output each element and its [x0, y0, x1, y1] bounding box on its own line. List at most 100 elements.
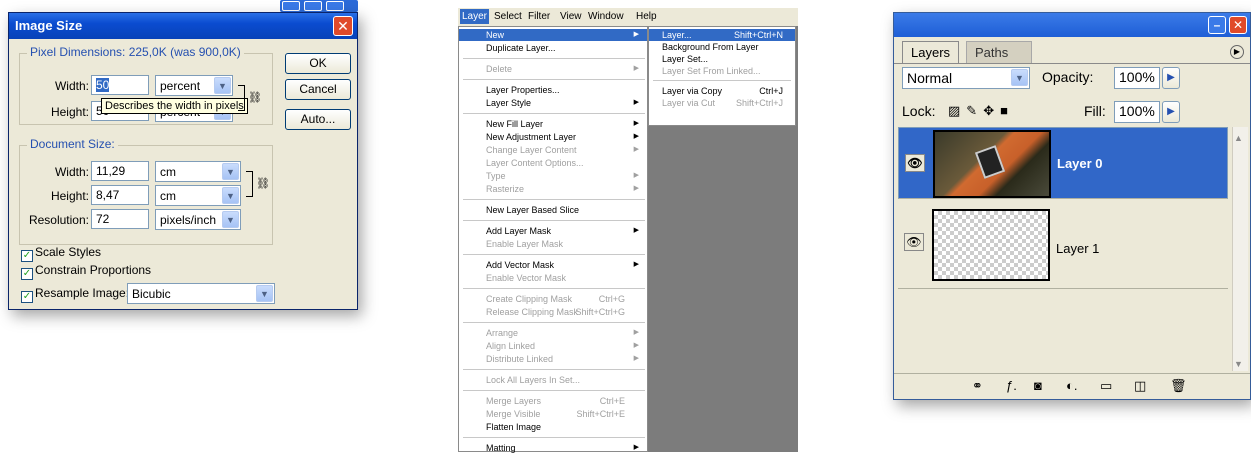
tab-paths[interactable]: Paths	[966, 41, 1032, 63]
cancel-button[interactable]: Cancel	[285, 79, 351, 100]
add-mask-icon[interactable]: ◙	[1034, 378, 1042, 393]
dialog-title: Image Size	[15, 18, 83, 33]
eye-icon[interactable]: 👁	[905, 154, 925, 172]
menu-item-enable-layer-mask[interactable]: Enable Layer Mask	[459, 238, 647, 250]
submenu-item-layer-via-copy[interactable]: Layer via Copy Ctrl+J	[649, 85, 795, 97]
pixel-width-unit-select[interactable]: percent ▼	[155, 75, 233, 96]
menu-item-merge-visible[interactable]: Merge Visible Shift+Ctrl+E	[459, 408, 647, 420]
submenu-arrow-icon: ▶	[633, 185, 639, 192]
ok-button[interactable]: OK	[285, 53, 351, 74]
blend-mode-select[interactable]: Normal ▼	[902, 67, 1030, 89]
fill-slider-arrow-icon[interactable]: ▶	[1162, 101, 1180, 123]
submenu-item-layer-set[interactable]: Layer Set...	[649, 53, 795, 65]
submenu-item-layer[interactable]: Layer... Shift+Ctrl+N	[649, 29, 795, 41]
menu-item-add-vector-mask[interactable]: Add Vector Mask ▶	[459, 259, 647, 271]
resolution-unit-select[interactable]: pixels/inch ▼	[155, 209, 241, 230]
layers-scrollbar[interactable]: ▲ ▼	[1232, 127, 1248, 371]
resample-image-checkbox[interactable]: ✓ Resample Image:	[21, 286, 129, 303]
chevron-down-icon[interactable]: ▼	[256, 285, 273, 302]
menu-item-delete[interactable]: Delete ▶	[459, 63, 647, 75]
menu-filter[interactable]: Filter	[528, 11, 550, 22]
chevron-down-icon[interactable]: ▼	[222, 187, 239, 204]
menu-layer[interactable]: Layer	[460, 9, 490, 24]
new-group-icon[interactable]: ▭	[1100, 378, 1112, 394]
doc-height-unit-select[interactable]: cm ▼	[155, 185, 241, 206]
layer-row-layer-0[interactable]: 👁 Layer 0	[898, 127, 1228, 199]
trash-icon[interactable]: 🗑	[1170, 378, 1187, 394]
pixel-width-input[interactable]: 50	[91, 75, 149, 95]
menu-item-new-adjustment-layer[interactable]: New Adjustment Layer ▶	[459, 131, 647, 143]
menu-item-add-layer-mask[interactable]: Add Layer Mask ▶	[459, 225, 647, 237]
menu-separator	[463, 113, 645, 114]
scroll-down-icon[interactable]: ▼	[1234, 359, 1243, 369]
lock-transparency-icon[interactable]: ▨	[948, 103, 966, 118]
palette-menu-icon[interactable]: ▶	[1230, 45, 1244, 59]
checkbox-checked-icon[interactable]: ✓	[21, 268, 33, 280]
menu-item-create-clipping-mask[interactable]: Create Clipping Mask Ctrl+G	[459, 293, 647, 305]
menu-item-release-clipping-mask[interactable]: Release Clipping Mask Shift+Ctrl+G	[459, 306, 647, 318]
menu-item-distribute-linked[interactable]: Distribute Linked ▶	[459, 353, 647, 365]
menu-item-layer-content-options[interactable]: Layer Content Options...	[459, 157, 647, 169]
palette-titlebar: – ✕	[894, 13, 1250, 37]
submenu-item-background-from-layer[interactable]: Background From Layer	[649, 41, 795, 53]
chevron-down-icon[interactable]: ▼	[214, 77, 231, 94]
constrain-bracket	[238, 85, 245, 111]
resolution-input[interactable]: 72	[91, 209, 149, 229]
checkbox-checked-icon[interactable]: ✓	[21, 291, 33, 303]
checkbox-checked-icon[interactable]: ✓	[21, 250, 33, 262]
menu-item-new-fill-layer[interactable]: New Fill Layer ▶	[459, 118, 647, 130]
menu-item-new[interactable]: New ▶	[459, 29, 647, 41]
doc-height-input[interactable]: 8,47	[91, 185, 149, 205]
menu-item-enable-vector-mask[interactable]: Enable Vector Mask	[459, 272, 647, 284]
menu-item-duplicate-layer[interactable]: Duplicate Layer...	[459, 42, 647, 54]
pixel-height-label: Height:	[50, 105, 89, 119]
auto-button[interactable]: Auto...	[285, 109, 351, 130]
menu-window[interactable]: Window	[588, 11, 624, 22]
layer-style-icon[interactable]: ƒ.	[1006, 378, 1017, 393]
submenu-item-layer-set-from-linked[interactable]: Layer Set From Linked...	[649, 65, 795, 77]
submenu-item-layer-via-cut[interactable]: Layer via Cut Shift+Ctrl+J	[649, 97, 795, 109]
menu-item-matting[interactable]: Matting ▶	[459, 442, 647, 454]
chevron-down-icon[interactable]: ▼	[1011, 69, 1028, 86]
chevron-down-icon[interactable]: ▼	[222, 163, 239, 180]
eye-icon[interactable]: 👁	[904, 233, 924, 251]
resample-method-select[interactable]: Bicubic ▼	[127, 283, 275, 304]
menu-item-layer-style[interactable]: Layer Style ▶	[459, 97, 647, 109]
close-icon[interactable]: ✕	[1229, 16, 1247, 34]
opacity-input[interactable]: 100%	[1114, 67, 1160, 89]
scale-styles-checkbox[interactable]: ✓ Scale Styles	[21, 245, 101, 262]
layer-row-layer-1[interactable]: 👁 Layer 1	[898, 199, 1228, 289]
doc-width-unit-select[interactable]: cm ▼	[155, 161, 241, 182]
doc-width-input[interactable]: 11,29	[91, 161, 149, 181]
palette-footer: ⚭ ƒ. ◙ ◐. ▭ ◫ 🗑	[894, 373, 1250, 399]
tab-layers[interactable]: Layers	[902, 41, 960, 63]
lock-all-icon[interactable]: ■	[1000, 103, 1014, 118]
chevron-down-icon[interactable]: ▼	[222, 211, 239, 228]
menu-separator	[463, 437, 645, 438]
lock-image-icon[interactable]: ✎	[966, 103, 983, 118]
menu-select[interactable]: Select	[494, 11, 522, 22]
menu-item-rasterize[interactable]: Rasterize ▶	[459, 183, 647, 195]
menu-item-new-layer-based-slice[interactable]: New Layer Based Slice	[459, 204, 647, 216]
opacity-slider-arrow-icon[interactable]: ▶	[1162, 67, 1180, 89]
close-icon[interactable]: ✕	[333, 16, 353, 36]
adjustment-layer-icon[interactable]: ◐.	[1066, 378, 1077, 393]
menu-item-change-layer-content[interactable]: Change Layer Content ▶	[459, 144, 647, 156]
menu-item-merge-layers[interactable]: Merge Layers Ctrl+E	[459, 395, 647, 407]
minimize-icon[interactable]: –	[1208, 16, 1226, 34]
link-layers-icon[interactable]: ⚭	[972, 378, 983, 394]
constrain-proportions-checkbox[interactable]: ✓ Constrain Proportions	[21, 263, 151, 280]
menu-item-type[interactable]: Type ▶	[459, 170, 647, 182]
menu-item-layer-properties[interactable]: Layer Properties...	[459, 84, 647, 96]
menu-item-align-linked[interactable]: Align Linked ▶	[459, 340, 647, 352]
fill-input[interactable]: 100%	[1114, 101, 1160, 123]
menu-item-flatten-image[interactable]: Flatten Image	[459, 421, 647, 433]
scroll-up-icon[interactable]: ▲	[1234, 133, 1243, 143]
submenu-arrow-icon: ▶	[633, 329, 639, 336]
menu-item-lock-all-layers-in-set[interactable]: Lock All Layers In Set...	[459, 374, 647, 386]
menu-help[interactable]: Help	[636, 11, 657, 22]
lock-position-icon[interactable]: ✥	[983, 103, 1000, 118]
menu-item-arrange[interactable]: Arrange ▶	[459, 327, 647, 339]
new-layer-icon[interactable]: ◫	[1134, 378, 1146, 394]
menu-view[interactable]: View	[560, 11, 582, 22]
